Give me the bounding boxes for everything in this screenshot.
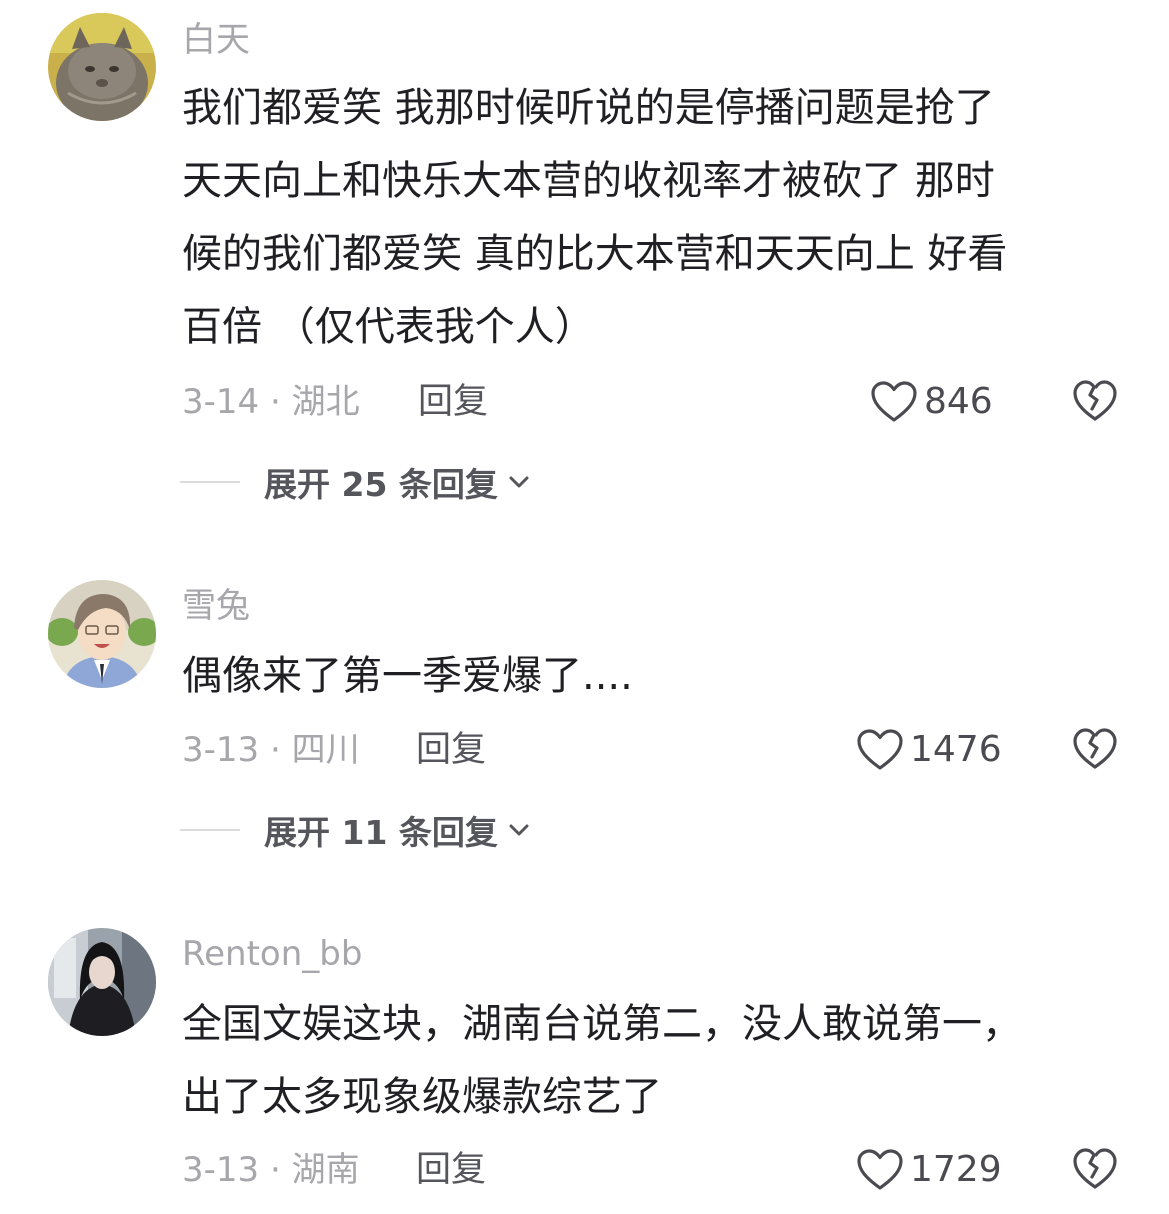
- date-location: 3-13 · 湖南: [182, 1150, 360, 1190]
- reply-button[interactable]: 回复: [416, 1148, 486, 1192]
- expand-replies-label: 展开 25 条回复: [264, 465, 498, 504]
- username[interactable]: 雪兔: [182, 586, 250, 626]
- expand-replies-button[interactable]: 展开 11 条回复: [180, 808, 530, 852]
- user-avatar[interactable]: [48, 13, 156, 121]
- username[interactable]: 白天: [182, 20, 250, 60]
- comment-text: 偶像来了第一季爱爆了....: [182, 640, 1112, 713]
- chevron-down-icon: [509, 476, 529, 488]
- divider: [180, 481, 240, 483]
- heart-icon: [857, 729, 903, 770]
- broken-heart-icon: [1073, 728, 1117, 769]
- date-location: 3-13 · 四川: [182, 730, 360, 770]
- comment-text-line: 全国文娱这块，湖南台说第二，没人敢说第一，: [182, 1001, 1022, 1047]
- dislike-button[interactable]: [1072, 1146, 1118, 1192]
- user-avatar[interactable]: [48, 580, 156, 688]
- cat-photo-icon: [48, 13, 156, 121]
- like-button[interactable]: 846: [870, 378, 993, 426]
- chevron-down-icon: [509, 824, 529, 836]
- comment-text-line: 我们都爱笑 我那时候听说的是停播问题是抢了: [182, 85, 995, 131]
- like-count: 1476: [910, 729, 1002, 770]
- like-count: 1729: [910, 1149, 1002, 1190]
- like-button[interactable]: 1476: [856, 726, 1002, 774]
- heart-icon: [857, 1149, 903, 1190]
- reply-button[interactable]: 回复: [418, 380, 488, 424]
- dislike-button[interactable]: [1072, 378, 1118, 424]
- heart-icon: [871, 381, 917, 422]
- divider: [180, 829, 240, 831]
- comment-text: 我们都爱笑 我那时候听说的是停播问题是抢了 天天向上和快乐大本营的收视率才被砍了…: [182, 72, 1112, 364]
- expand-replies-label: 展开 11 条回复: [264, 813, 498, 852]
- user-avatar[interactable]: [48, 928, 156, 1036]
- reply-button[interactable]: 回复: [416, 728, 486, 772]
- comment-text-line: 出了太多现象级爆款综艺了: [182, 1074, 662, 1120]
- like-count: 846: [924, 381, 993, 422]
- broken-heart-icon: [1073, 380, 1117, 421]
- expand-replies-button[interactable]: 展开 25 条回复: [180, 460, 530, 504]
- broken-heart-icon: [1073, 1148, 1117, 1189]
- comment-text: 全国文娱这块，湖南台说第二，没人敢说第一， 出了太多现象级爆款综艺了: [182, 988, 1112, 1134]
- comment-text-line: 候的我们都爱笑 真的比大本营和天天向上 好看: [182, 231, 1008, 277]
- dislike-button[interactable]: [1072, 726, 1118, 772]
- comment-text-line: 天天向上和快乐大本营的收视率才被砍了 那时: [182, 158, 995, 204]
- username[interactable]: Renton_bb: [182, 934, 362, 974]
- comment-text-line: 偶像来了第一季爱爆了....: [182, 653, 633, 699]
- like-button[interactable]: 1729: [856, 1146, 1002, 1194]
- anime-character-icon: [48, 580, 156, 688]
- date-location: 3-14 · 湖北: [182, 382, 360, 422]
- comment-text-line: 百倍 （仅代表我个人）: [182, 304, 595, 350]
- person-photo-icon: [48, 928, 156, 1036]
